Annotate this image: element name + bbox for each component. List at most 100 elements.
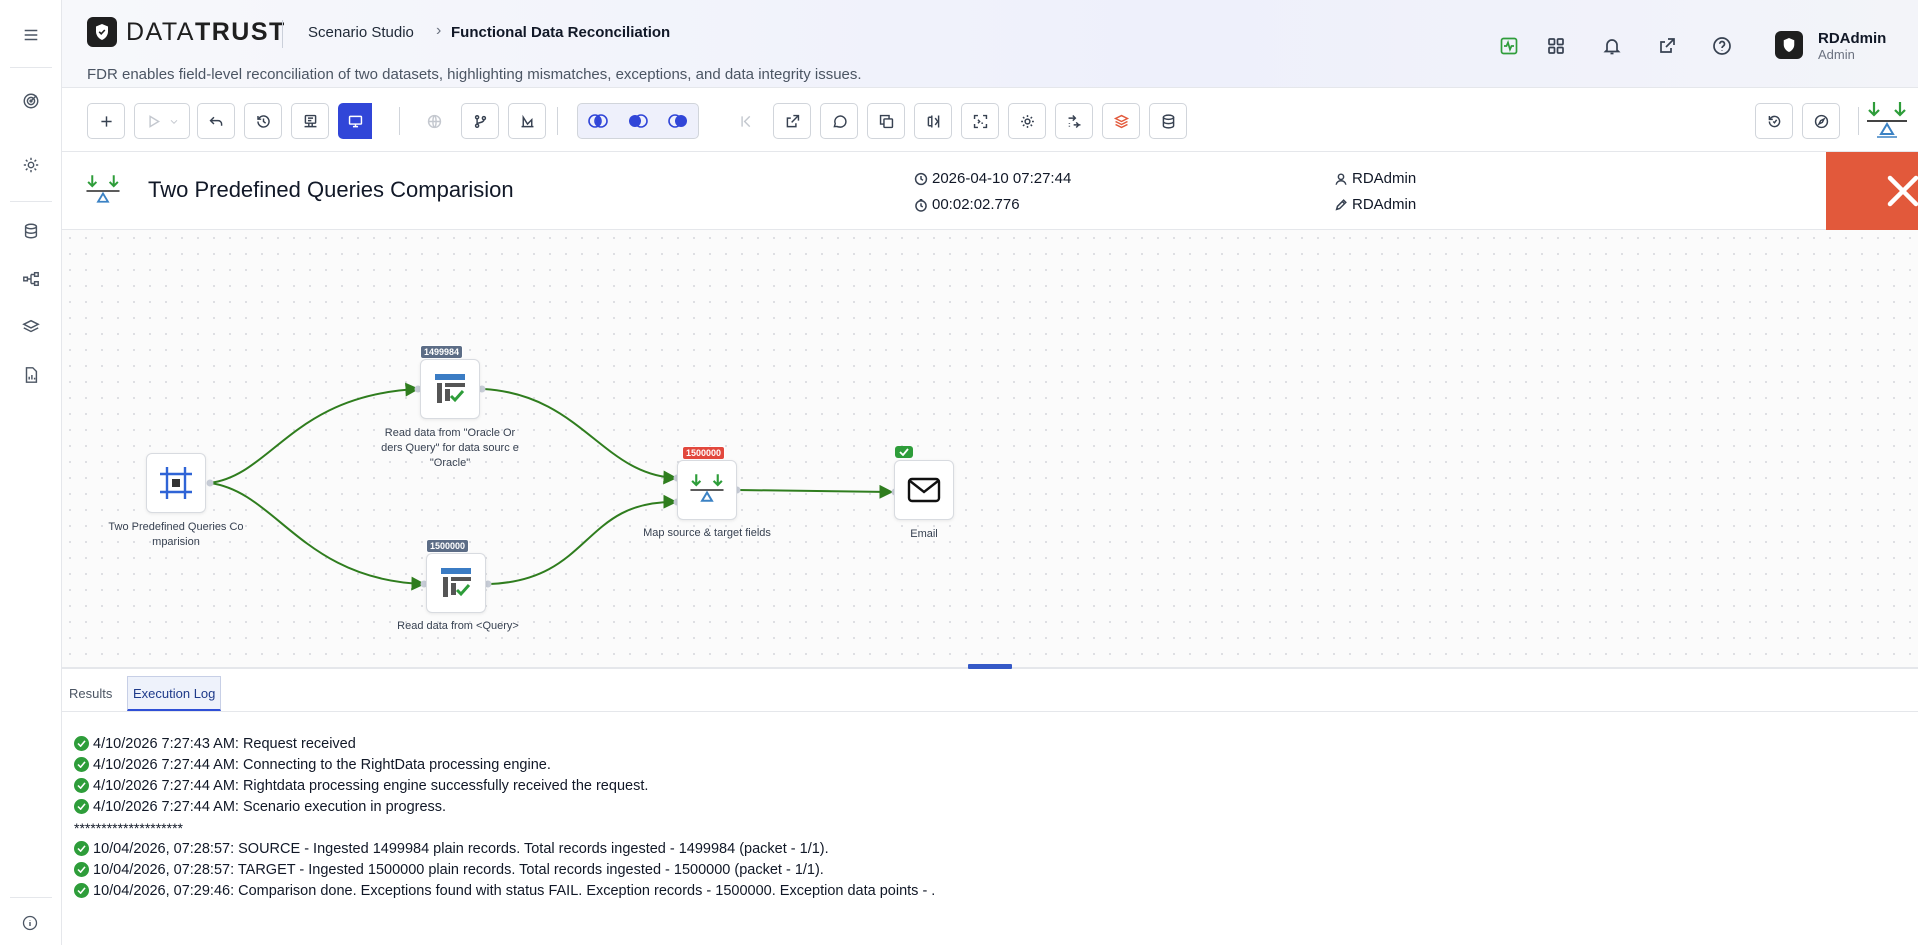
success-check-icon — [74, 736, 89, 751]
reconciliation-scale-icon — [690, 474, 724, 502]
workflow-edges — [206, 382, 899, 591]
scan-button[interactable] — [961, 103, 999, 139]
check-icon — [899, 448, 909, 456]
globe-button[interactable] — [415, 103, 453, 139]
first-page-button[interactable] — [726, 103, 764, 139]
scenario-title: Two Predefined Queries Comparision — [148, 177, 514, 202]
close-button[interactable] — [1826, 152, 1918, 230]
copy-button[interactable] — [867, 103, 905, 139]
add-button[interactable] — [87, 103, 125, 139]
reconciliation-scale-icon — [1864, 100, 1910, 142]
breadcrumb-chevron-icon: › — [436, 22, 442, 39]
source-count-badge: 1499984 — [420, 345, 464, 359]
user-role: Admin — [1818, 47, 1855, 62]
log-entry: 10/04/2026, 07:28:57: SOURCE - Ingested … — [74, 838, 1904, 859]
email-success-badge — [895, 446, 913, 458]
table-check-icon — [435, 374, 465, 403]
datastore-button[interactable] — [1149, 103, 1187, 139]
history-button[interactable] — [244, 103, 282, 139]
header-divider — [282, 20, 283, 48]
map-fields-node[interactable] — [677, 460, 737, 520]
compass-button[interactable] — [1802, 103, 1840, 139]
timestamp-value: 2026-04-10 07:27:44 — [932, 170, 1072, 187]
transform-button[interactable] — [1055, 103, 1093, 139]
start-node-label: Two Predefined Queries Co mparision — [108, 521, 244, 548]
gear-button[interactable] — [1008, 103, 1046, 139]
target-icon[interactable] — [16, 86, 46, 116]
table-check-icon — [441, 568, 471, 597]
email-node[interactable] — [894, 460, 954, 520]
log-text: 10/04/2026, 07:28:57: TARGET - Ingested … — [93, 861, 824, 878]
restore-button[interactable] — [1755, 103, 1793, 139]
report-icon[interactable] — [16, 360, 46, 390]
success-check-icon — [74, 883, 89, 898]
log-text: 4/10/2026 7:27:43 AM: Request received — [93, 735, 356, 752]
apps-grid-icon[interactable] — [1544, 34, 1568, 58]
target-read-node-label: Read data from <Query> — [397, 620, 519, 632]
tab-execution-log[interactable]: Execution Log — [127, 676, 222, 711]
lineage-icon[interactable] — [16, 264, 46, 294]
toolbar-divider — [557, 107, 558, 135]
close-icon — [1887, 175, 1918, 207]
server-monitor-button[interactable] — [291, 103, 329, 139]
settings-icon[interactable] — [16, 150, 46, 180]
bell-icon[interactable] — [1600, 34, 1624, 58]
toolbar-divider — [1858, 107, 1859, 135]
chart-button[interactable] — [508, 103, 546, 139]
left-join-icon[interactable] — [618, 104, 658, 138]
app-header: DATATRUST Scenario Studio › Functional D… — [62, 0, 1918, 88]
target-count-badge: 1500000 — [426, 539, 470, 553]
comment-button[interactable] — [820, 103, 858, 139]
user-icon — [1335, 172, 1347, 185]
pencil-icon — [1335, 198, 1347, 210]
log-entry: 10/04/2026, 07:28:57: TARGET - Ingested … — [74, 859, 1904, 880]
help-icon[interactable] — [1710, 34, 1734, 58]
menu-icon[interactable] — [16, 20, 46, 50]
execution-log: 4/10/2026 7:27:43 AM: Request received 4… — [74, 733, 1904, 901]
branch-button[interactable] — [461, 103, 499, 139]
created-by-value: RDAdmin — [1352, 170, 1417, 187]
success-check-icon — [74, 862, 89, 877]
brand-name-second: TRUST — [194, 17, 286, 46]
scenario-created-by: RDAdmin — [1334, 170, 1416, 187]
compare-button[interactable] — [914, 103, 952, 139]
user-name[interactable]: RDAdmin — [1818, 30, 1886, 47]
success-check-icon — [74, 799, 89, 814]
map-fields-node-label: Map source & target fields — [643, 527, 771, 539]
breadcrumb-parent[interactable]: Scenario Studio — [308, 24, 414, 41]
log-entry: 4/10/2026 7:27:44 AM: Connecting to the … — [74, 754, 1904, 775]
toolbar-divider — [399, 107, 400, 135]
start-node[interactable] — [146, 453, 206, 513]
brand-name: DATATRUST — [126, 18, 286, 47]
tab-results[interactable]: Results — [64, 676, 117, 711]
scenario-duration: 00:02:02.776 — [914, 196, 1020, 213]
avatar[interactable] — [1775, 31, 1803, 59]
scenario-bar: Two Predefined Queries Comparision 2026-… — [62, 152, 1918, 230]
log-entry: 4/10/2026 7:27:44 AM: Rightdata processi… — [74, 775, 1904, 796]
right-join-icon[interactable] — [658, 104, 698, 138]
rail-divider — [10, 67, 52, 68]
info-icon[interactable] — [22, 915, 38, 931]
undo-button[interactable] — [197, 103, 235, 139]
map-count-badge: 1500000 — [682, 446, 726, 460]
email-node-label: Email — [910, 528, 938, 540]
log-separator: ******************** — [74, 819, 183, 836]
export-button[interactable] — [773, 103, 811, 139]
databricks-button[interactable] — [1102, 103, 1140, 139]
run-button[interactable] — [134, 103, 190, 139]
activity-icon[interactable] — [1497, 34, 1521, 58]
screen-view-button[interactable] — [338, 103, 372, 139]
rail-divider — [10, 897, 52, 898]
layers-icon[interactable] — [16, 312, 46, 342]
inner-join-icon[interactable] — [578, 104, 618, 138]
external-link-icon[interactable] — [1655, 34, 1679, 58]
rail-divider — [10, 201, 52, 202]
brand-logo[interactable]: DATATRUST — [87, 17, 286, 47]
splitter-handle[interactable] — [968, 664, 1012, 669]
database-icon[interactable] — [16, 216, 46, 246]
source-read-node[interactable] — [420, 359, 480, 419]
toolbar — [62, 88, 1918, 152]
target-read-node[interactable] — [426, 553, 486, 613]
workflow-canvas[interactable]: Two Predefined Queries Co mparision 1499… — [62, 230, 1918, 667]
log-text: 10/04/2026, 07:29:46: Comparison done. E… — [93, 882, 936, 899]
